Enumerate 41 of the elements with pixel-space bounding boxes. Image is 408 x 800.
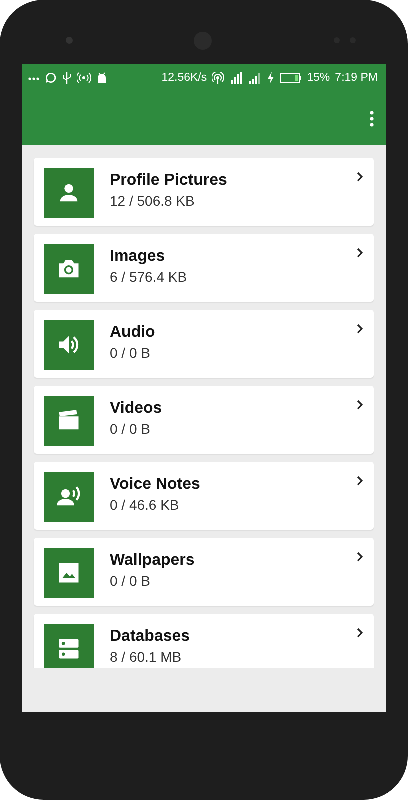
chevron-icon (356, 172, 364, 182)
network-speed: 12.56K/s (162, 72, 208, 84)
folder-title: Profile Pictures (110, 171, 228, 191)
folder-size: 8 / 60.1 MB (110, 648, 183, 666)
folder-card[interactable]: Voice Notes 0 / 46.6 KB (34, 462, 374, 530)
folder-size: 12 / 506.8 KB (110, 192, 196, 210)
chevron-icon (356, 552, 364, 562)
folder-title: Audio (110, 323, 156, 343)
android-icon (96, 72, 108, 84)
folder-size: 0 / 0 B (110, 420, 152, 438)
folder-card[interactable]: Wallpapers 0 / 0 B (34, 538, 374, 606)
chevron-icon (356, 476, 364, 486)
folder-card[interactable]: Databases 8 / 60.1 MB (34, 614, 374, 668)
folder-title: Databases (110, 627, 192, 647)
broadcast-icon (77, 72, 91, 84)
folder-size: 0 / 0 B (110, 572, 152, 590)
chevron-icon (356, 248, 364, 258)
overflow-menu-icon[interactable] (370, 110, 374, 126)
signal-icon (248, 72, 262, 84)
folder-size: 0 / 0 B (110, 344, 152, 362)
folder-size: 0 / 46.6 KB (110, 496, 180, 514)
battery-icon (280, 72, 302, 84)
folder-card[interactable]: Images 6 / 576.4 KB (34, 234, 374, 302)
chevron-icon (356, 628, 364, 638)
chevron-icon (356, 324, 364, 334)
folder-card[interactable]: Videos 0 / 0 B (34, 386, 374, 454)
folder-card[interactable]: Audio 0 / 0 B (34, 310, 374, 378)
hotspot-icon (212, 72, 224, 84)
folder-title: Images (110, 247, 166, 267)
folder-card[interactable]: Profile Pictures 12 / 506.8 KB (34, 158, 374, 226)
folder-title: Videos (110, 399, 164, 419)
folder-size: 6 / 576.4 KB (110, 268, 188, 286)
battery-percent: 15% (307, 72, 330, 84)
clock: 7:19 PM (335, 72, 378, 84)
signal-icon (229, 72, 244, 84)
folder-title: Wallpapers (110, 551, 196, 571)
usb-icon (62, 72, 72, 84)
chevron-icon (356, 400, 364, 410)
folder-title: Voice Notes (110, 475, 202, 495)
charging-icon (267, 72, 276, 84)
chat-icon (45, 72, 57, 84)
